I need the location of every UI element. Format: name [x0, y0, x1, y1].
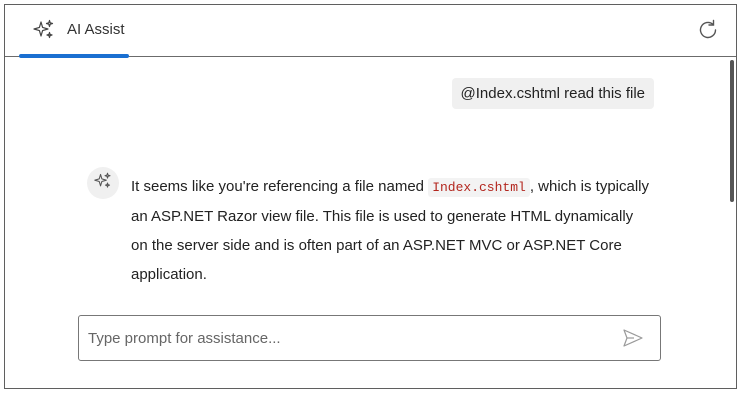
- tab-label: AI Assist: [67, 21, 125, 38]
- panel-header: AI Assist: [5, 5, 736, 58]
- sparkle-icon: [33, 19, 55, 41]
- sparkle-icon: [94, 172, 112, 195]
- inline-code: Index.cshtml: [428, 178, 530, 197]
- send-button[interactable]: [622, 327, 644, 349]
- user-message-text: @Index.cshtml read this file: [460, 85, 645, 102]
- ai-message-text-before: It seems like you're referencing a file …: [131, 178, 429, 195]
- refresh-button[interactable]: [696, 18, 720, 42]
- chat-conversation[interactable]: @Index.cshtml read this file It seems li…: [5, 58, 736, 388]
- chat-scrollbar[interactable]: [728, 58, 736, 388]
- prompt-input[interactable]: [88, 316, 608, 360]
- ai-avatar: [87, 167, 119, 199]
- send-icon: [622, 329, 644, 353]
- ai-response-message: It seems like you're referencing a file …: [131, 172, 651, 289]
- prompt-box: [78, 315, 661, 361]
- ai-assist-panel: AI Assist @Index.cshtml read this file I…: [4, 4, 737, 389]
- refresh-icon: [696, 19, 720, 46]
- tab-ai-assist[interactable]: AI Assist: [19, 5, 129, 58]
- user-message-bubble: @Index.cshtml read this file: [451, 78, 654, 109]
- scrollbar-thumb[interactable]: [730, 60, 734, 202]
